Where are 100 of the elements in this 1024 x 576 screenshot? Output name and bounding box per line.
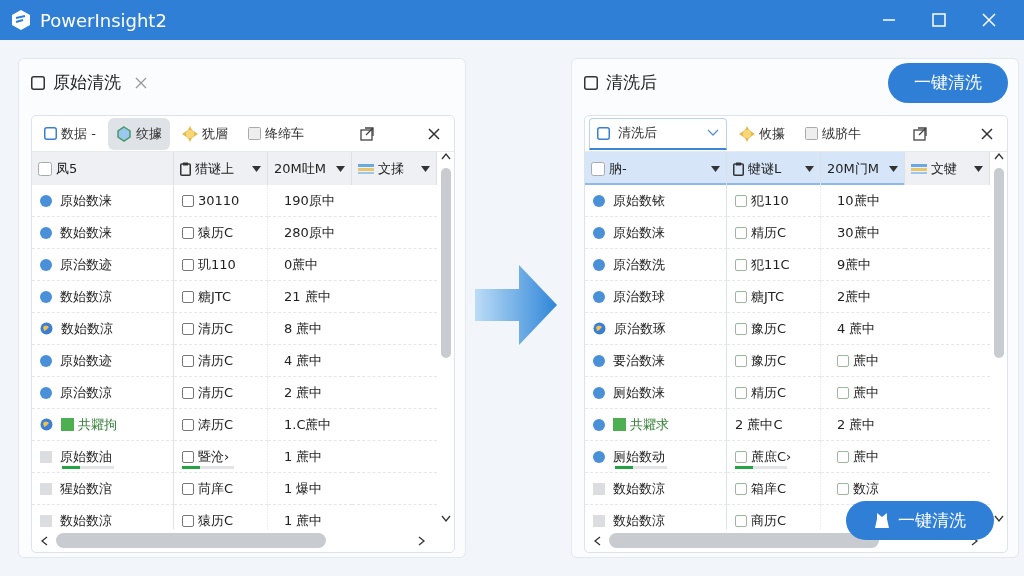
column-header[interactable]: 肭-: [585, 152, 727, 185]
scroll-left-icon[interactable]: [593, 535, 601, 546]
checkbox[interactable]: [837, 450, 849, 463]
scroll-up-icon[interactable]: [993, 152, 1004, 160]
checkbox[interactable]: [182, 354, 194, 367]
checkbox[interactable]: [837, 386, 849, 399]
scroll-right-icon[interactable]: [418, 535, 426, 546]
chevron-down-icon: [707, 129, 719, 137]
table-cell-text: 0蔗中: [284, 255, 319, 274]
checkbox[interactable]: [182, 418, 194, 431]
column-header[interactable]: 文揉: [352, 152, 437, 185]
dropdown-caret-icon[interactable]: [889, 165, 898, 172]
status-dot-icon: [593, 194, 605, 207]
table-cell-text: 厕始数动: [613, 447, 665, 466]
status-dot-icon: [593, 386, 605, 399]
close-icon[interactable]: [981, 127, 993, 140]
scrollbar-thumb[interactable]: [609, 533, 879, 548]
table-cell-text: 1 爆中: [284, 479, 323, 498]
toolbar-tab[interactable]: 纹據: [107, 117, 170, 150]
table-cell-text: 8 蔗中: [284, 319, 323, 338]
table-cell-text: 蔗中: [853, 447, 879, 466]
toolbar-tab[interactable]: 数据 -: [36, 117, 104, 150]
checkbox[interactable]: [735, 354, 747, 367]
toolbar-tab[interactable]: 攸攥: [731, 117, 793, 150]
checkbox[interactable]: [182, 514, 194, 527]
table-cell-text: 涛历C: [198, 415, 234, 434]
checkbox[interactable]: [735, 194, 747, 207]
column-header[interactable]: 猎谜上: [174, 152, 268, 185]
status-dot-icon: [593, 418, 605, 431]
clean-button[interactable]: 一键清洗: [888, 63, 1008, 103]
checkbox[interactable]: [735, 386, 747, 399]
table-cell-text: 原治数洗: [613, 255, 665, 274]
checkbox[interactable]: [182, 386, 194, 399]
checkbox[interactable]: [182, 194, 194, 207]
toolbar-tab[interactable]: 绒脐牛: [797, 117, 869, 150]
progress-bar: [735, 466, 787, 469]
checkbox[interactable]: [735, 290, 747, 303]
square-icon: [247, 127, 261, 140]
table-cell-text: 共糶求: [630, 415, 669, 434]
checkbox[interactable]: [182, 482, 194, 495]
checkbox[interactable]: [735, 226, 747, 239]
checkbox[interactable]: [735, 514, 747, 527]
progress-bar: [615, 466, 667, 469]
dropdown-caret-icon[interactable]: [711, 165, 720, 172]
export-icon[interactable]: [913, 126, 927, 141]
column-header[interactable]: 文犍: [905, 152, 990, 185]
table-cell-text: 4 蔗中: [837, 319, 876, 338]
toolbar-tab[interactable]: 绛缔车: [239, 117, 312, 150]
checkbox[interactable]: [735, 450, 747, 463]
table-cell-text: 豫历C: [751, 351, 787, 370]
scrollbar-thumb[interactable]: [993, 168, 1004, 358]
column-header[interactable]: 20M吐M: [268, 152, 352, 185]
scroll-left-icon[interactable]: [40, 535, 48, 546]
checkbox[interactable]: [182, 290, 194, 303]
dropdown-caret-icon[interactable]: [805, 165, 814, 172]
checkbox[interactable]: [735, 258, 747, 271]
maximize-icon[interactable]: [932, 13, 946, 27]
scrollbar-thumb[interactable]: [56, 533, 326, 548]
scroll-up-icon[interactable]: [440, 152, 451, 160]
toolbar-tab[interactable]: 犹層: [173, 117, 236, 150]
table-cell-text: 清历C: [198, 383, 234, 402]
checkbox[interactable]: [735, 322, 747, 335]
export-icon[interactable]: [360, 126, 374, 141]
checkbox[interactable]: [837, 354, 849, 367]
column-header[interactable]: 犍谜L: [727, 152, 821, 185]
checkbox[interactable]: [837, 482, 849, 495]
checkbox-icon: [591, 161, 605, 176]
table-cell-text: 清历C: [198, 351, 234, 370]
clean-button[interactable]: 一键清洗: [846, 500, 994, 540]
dropdown-caret-icon[interactable]: [974, 165, 983, 172]
checkbox-icon: [597, 126, 610, 140]
table-cell-text: 280原中: [284, 223, 335, 242]
table-cell-text: 原始数迹: [60, 351, 112, 370]
table-cell-text: 商历C: [751, 511, 787, 529]
lines-icon: [358, 163, 374, 174]
checkbox[interactable]: [735, 482, 747, 495]
column-header[interactable]: 20M门M: [821, 152, 905, 185]
table-cell-text: 原治数琢: [614, 319, 666, 338]
table-cell-text: 原始数铱: [613, 191, 665, 210]
table-cell-text: 精历C: [751, 383, 787, 402]
checkbox[interactable]: [182, 226, 194, 239]
table-cell-text: 21 蔗中: [284, 287, 331, 306]
scroll-down-icon[interactable]: [440, 515, 451, 523]
toolbar-tab[interactable]: 清洗后: [589, 117, 727, 150]
scrollbar-thumb[interactable]: [440, 168, 451, 358]
table-cell-text: 数始数涼: [60, 287, 112, 306]
scroll-down-icon[interactable]: [993, 515, 1004, 523]
dropdown-caret-icon[interactable]: [252, 165, 261, 172]
table-cell-text: 1 蔗中: [284, 447, 323, 466]
close-icon[interactable]: [428, 127, 440, 140]
panel-title: 原始清洗: [53, 71, 121, 95]
dropdown-caret-icon[interactable]: [336, 165, 345, 172]
table-cell-text: 数始数涞: [60, 223, 112, 242]
dropdown-caret-icon[interactable]: [421, 165, 430, 172]
table-cell-text: 30蔗中: [837, 223, 880, 242]
column-header[interactable]: 凤5: [32, 152, 174, 185]
checkbox[interactable]: [182, 450, 194, 463]
checkbox[interactable]: [182, 258, 194, 271]
checkbox[interactable]: [182, 322, 194, 335]
checkbox-icon: [31, 76, 45, 90]
